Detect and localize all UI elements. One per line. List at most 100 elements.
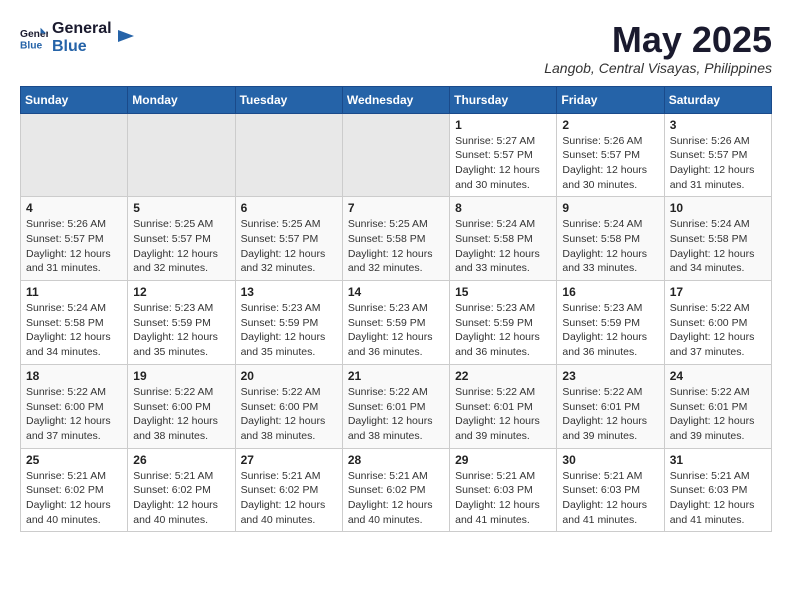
calendar-day-cell: 24 Sunrise: 5:22 AMSunset: 6:01 PMDayligh…	[664, 364, 771, 448]
calendar-day-cell: 19Sunrise: 5:22 AMSunset: 6:00 PMDayligh…	[128, 364, 235, 448]
day-info: Sunrise: 5:21 AMSunset: 6:02 PMDaylight:…	[241, 469, 337, 528]
day-number: 8	[455, 201, 551, 215]
header-saturday: Saturday	[664, 86, 771, 113]
calendar-day-cell: 3Sunrise: 5:26 AMSunset: 5:57 PMDaylight…	[664, 113, 771, 197]
calendar-day-cell: 25Sunrise: 5:21 AMSunset: 6:02 PMDayligh…	[21, 448, 128, 532]
day-number: 7	[348, 201, 444, 215]
logo-general: General	[52, 20, 112, 38]
day-number: 5	[133, 201, 229, 215]
day-info: Sunrise: 5:22 AMSunset: 6:00 PMDaylight:…	[133, 385, 229, 444]
calendar-day-cell: 18Sunrise: 5:22 AMSunset: 6:00 PMDayligh…	[21, 364, 128, 448]
day-info: Sunrise: 5:23 AMSunset: 5:59 PMDaylight:…	[348, 301, 444, 360]
calendar-day-cell: 16Sunrise: 5:23 AMSunset: 5:59 PMDayligh…	[557, 281, 664, 365]
day-info: Sunrise: 5:22 AMSunset: 6:00 PMDaylight:…	[670, 301, 766, 360]
calendar-week-row: 18 Sunrise: 5:22 AMSunset: 6:00 PMDayligh…	[21, 364, 772, 448]
calendar-week-row: 4 Sunrise: 5:26 AMSunset: 5:57 PMDaylight…	[21, 197, 772, 281]
day-info: Sunrise: 5:26 AMSunset: 5:57 PMDaylight:…	[670, 134, 766, 193]
svg-text:General: General	[20, 29, 48, 40]
day-number: 13	[241, 285, 337, 299]
day-number: 30	[562, 453, 658, 467]
calendar-day-cell: 4 Sunrise: 5:26 AMSunset: 5:57 PMDaylight…	[21, 197, 128, 281]
calendar-header-row: Sunday Monday Tuesday Wednesday Thursday…	[21, 86, 772, 113]
day-info: Sunrise: 5:22 AMSunset: 6:01 PMDaylight:…	[562, 385, 658, 444]
day-info: Sunrise: 5:23 AMSunset: 5:59 PMDaylight:…	[133, 301, 229, 360]
calendar-day-cell: 1 Sunrise: 5:27 AMSunset: 5:57 PMDaylight…	[450, 113, 557, 197]
day-info: Sunrise: 5:24 AMSunset: 5:58 PMDaylight:…	[670, 217, 766, 276]
header-tuesday: Tuesday	[235, 86, 342, 113]
day-info: Sunrise: 5:24 AMSunset: 5:58 PMDaylight:…	[455, 217, 551, 276]
calendar-day-cell: 11Sunrise: 5:24 AMSunset: 5:58 PMDayligh…	[21, 281, 128, 365]
logo-icon: General Blue	[20, 24, 48, 52]
svg-text:Blue: Blue	[20, 40, 43, 51]
calendar-day-cell: 14 Sunrise: 5:23 AMSunset: 5:59 PMDayligh…	[342, 281, 449, 365]
calendar-day-cell: 10Sunrise: 5:24 AMSunset: 5:58 PMDayligh…	[664, 197, 771, 281]
day-number: 4	[26, 201, 122, 215]
calendar-day-cell: 26 Sunrise: 5:21 AMSunset: 6:02 PMDayligh…	[128, 448, 235, 532]
day-info: Sunrise: 5:23 AMSunset: 5:59 PMDaylight:…	[241, 301, 337, 360]
day-number: 9	[562, 201, 658, 215]
day-info: Sunrise: 5:27 AMSunset: 5:57 PMDaylight:…	[455, 134, 551, 193]
calendar-day-cell	[21, 113, 128, 197]
header-wednesday: Wednesday	[342, 86, 449, 113]
calendar-day-cell: 12 Sunrise: 5:23 AMSunset: 5:59 PMDayligh…	[128, 281, 235, 365]
day-number: 24	[670, 369, 766, 383]
day-info: Sunrise: 5:25 AMSunset: 5:57 PMDaylight:…	[133, 217, 229, 276]
day-number: 12	[133, 285, 229, 299]
calendar-day-cell: 22Sunrise: 5:22 AMSunset: 6:01 PMDayligh…	[450, 364, 557, 448]
day-number: 31	[670, 453, 766, 467]
day-info: Sunrise: 5:22 AMSunset: 6:01 PMDaylight:…	[348, 385, 444, 444]
day-number: 16	[562, 285, 658, 299]
calendar-day-cell: 27Sunrise: 5:21 AMSunset: 6:02 PMDayligh…	[235, 448, 342, 532]
header: General Blue General Blue May 2025 Lango…	[20, 20, 772, 76]
logo: General Blue General Blue	[20, 20, 136, 55]
calendar-week-row: 25Sunrise: 5:21 AMSunset: 6:02 PMDayligh…	[21, 448, 772, 532]
header-friday: Friday	[557, 86, 664, 113]
calendar-day-cell: 29Sunrise: 5:21 AMSunset: 6:03 PMDayligh…	[450, 448, 557, 532]
calendar-day-cell: 21Sunrise: 5:22 AMSunset: 6:01 PMDayligh…	[342, 364, 449, 448]
header-sunday: Sunday	[21, 86, 128, 113]
location-subtitle: Langob, Central Visayas, Philippines	[544, 60, 772, 76]
header-monday: Monday	[128, 86, 235, 113]
day-info: Sunrise: 5:24 AMSunset: 5:58 PMDaylight:…	[26, 301, 122, 360]
logo-blue: Blue	[52, 38, 112, 56]
day-number: 18	[26, 369, 122, 383]
logo-flag-icon	[116, 28, 136, 48]
day-number: 20	[241, 369, 337, 383]
day-info: Sunrise: 5:21 AMSunset: 6:03 PMDaylight:…	[670, 469, 766, 528]
day-info: Sunrise: 5:26 AMSunset: 5:57 PMDaylight:…	[26, 217, 122, 276]
day-info: Sunrise: 5:22 AMSunset: 6:01 PMDaylight:…	[670, 385, 766, 444]
calendar-week-row: 1 Sunrise: 5:27 AMSunset: 5:57 PMDaylight…	[21, 113, 772, 197]
day-number: 14	[348, 285, 444, 299]
day-number: 28	[348, 453, 444, 467]
day-number: 15	[455, 285, 551, 299]
calendar-day-cell: 30Sunrise: 5:21 AMSunset: 6:03 PMDayligh…	[557, 448, 664, 532]
day-number: 22	[455, 369, 551, 383]
calendar-day-cell: 13 Sunrise: 5:23 AMSunset: 5:59 PMDayligh…	[235, 281, 342, 365]
calendar-day-cell: 6 Sunrise: 5:25 AMSunset: 5:57 PMDaylight…	[235, 197, 342, 281]
day-info: Sunrise: 5:26 AMSunset: 5:57 PMDaylight:…	[562, 134, 658, 193]
header-thursday: Thursday	[450, 86, 557, 113]
day-number: 17	[670, 285, 766, 299]
day-number: 6	[241, 201, 337, 215]
day-info: Sunrise: 5:24 AMSunset: 5:58 PMDaylight:…	[562, 217, 658, 276]
day-number: 26	[133, 453, 229, 467]
calendar-week-row: 11Sunrise: 5:24 AMSunset: 5:58 PMDayligh…	[21, 281, 772, 365]
day-info: Sunrise: 5:21 AMSunset: 6:03 PMDaylight:…	[455, 469, 551, 528]
calendar-table: Sunday Monday Tuesday Wednesday Thursday…	[20, 86, 772, 533]
calendar-day-cell: 23 Sunrise: 5:22 AMSunset: 6:01 PMDayligh…	[557, 364, 664, 448]
month-title: May 2025	[544, 20, 772, 60]
title-area: May 2025 Langob, Central Visayas, Philip…	[544, 20, 772, 76]
day-info: Sunrise: 5:21 AMSunset: 6:02 PMDaylight:…	[133, 469, 229, 528]
calendar-day-cell: 2Sunrise: 5:26 AMSunset: 5:57 PMDaylight…	[557, 113, 664, 197]
calendar-day-cell: 17 Sunrise: 5:22 AMSunset: 6:00 PMDayligh…	[664, 281, 771, 365]
day-number: 23	[562, 369, 658, 383]
day-info: Sunrise: 5:23 AMSunset: 5:59 PMDaylight:…	[455, 301, 551, 360]
day-number: 1	[455, 118, 551, 132]
calendar-day-cell: 5 Sunrise: 5:25 AMSunset: 5:57 PMDaylight…	[128, 197, 235, 281]
calendar-day-cell	[128, 113, 235, 197]
day-info: Sunrise: 5:25 AMSunset: 5:57 PMDaylight:…	[241, 217, 337, 276]
calendar-day-cell: 20 Sunrise: 5:22 AMSunset: 6:00 PMDayligh…	[235, 364, 342, 448]
calendar-day-cell: 31 Sunrise: 5:21 AMSunset: 6:03 PMDayligh…	[664, 448, 771, 532]
day-info: Sunrise: 5:22 AMSunset: 6:00 PMDaylight:…	[241, 385, 337, 444]
calendar-day-cell: 15 Sunrise: 5:23 AMSunset: 5:59 PMDayligh…	[450, 281, 557, 365]
